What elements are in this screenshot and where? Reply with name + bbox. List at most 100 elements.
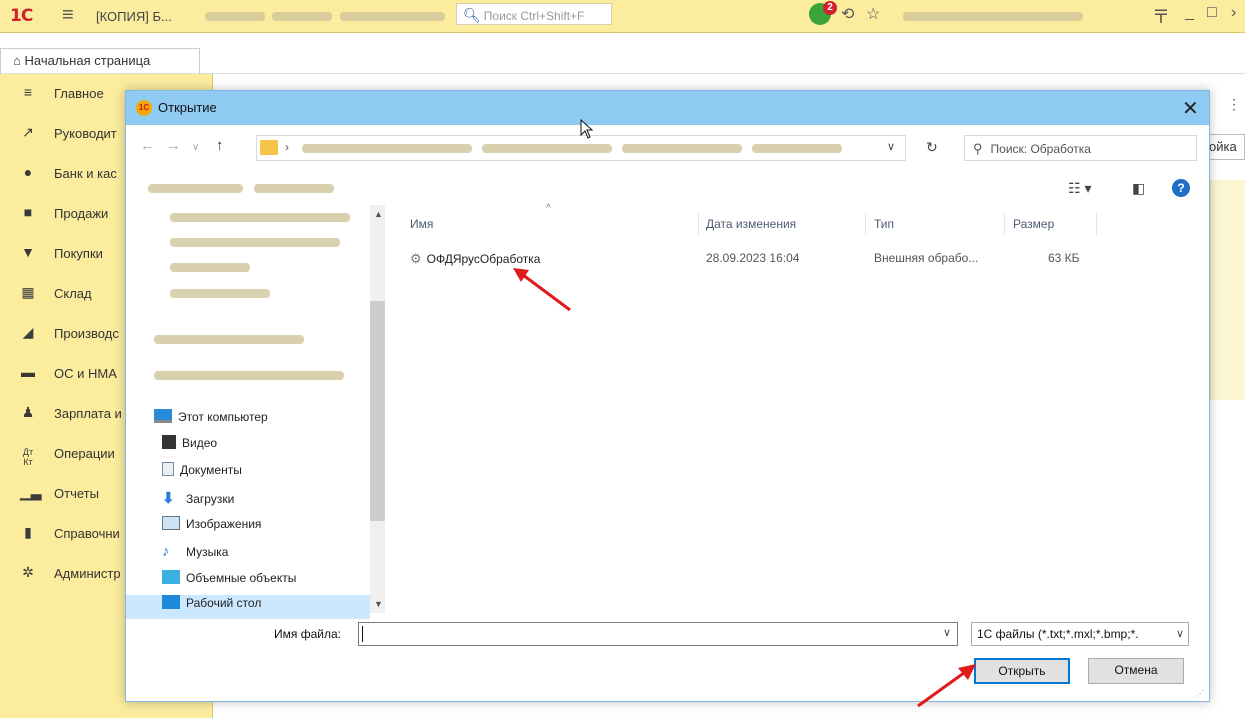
blurred-tree-item[interactable] xyxy=(170,263,250,272)
tree-item-3d-objects[interactable]: Объемные объекты xyxy=(162,570,296,594)
more-actions-icon[interactable]: ⋮ xyxy=(1227,96,1241,113)
cancel-button[interactable]: Отмена xyxy=(1088,658,1184,684)
maximize-icon[interactable]: □ xyxy=(1207,4,1217,22)
dialog-title-bar[interactable]: 1С Открытие ✕ xyxy=(126,91,1209,125)
tree-item-pictures[interactable]: Изображения xyxy=(162,516,261,540)
tree-item-downloads[interactable]: ⬇ Загрузки xyxy=(162,489,234,513)
breadcrumb-separator-icon: › xyxy=(285,140,289,154)
minimize-icon[interactable]: _ xyxy=(1185,4,1194,22)
file-date: 28.09.2023 16:04 xyxy=(706,251,800,265)
new-folder-button[interactable] xyxy=(254,184,334,193)
open-button[interactable]: Открыть xyxy=(974,658,1070,684)
blurred-title-text xyxy=(205,12,265,21)
computer-icon xyxy=(154,409,172,423)
navigation-tree: Этот компьютер Видео Документы ⬇ Загрузки… xyxy=(126,205,385,619)
bag-icon: ■ xyxy=(23,204,33,220)
blurred-path-segment xyxy=(622,144,742,153)
chevron-down-icon[interactable]: ∨ xyxy=(943,626,951,639)
column-header-type[interactable]: Тип xyxy=(874,217,894,231)
factory-icon: ◢ xyxy=(22,324,34,340)
3d-objects-icon xyxy=(162,570,180,584)
scroll-up-icon[interactable]: ▲ xyxy=(374,209,383,219)
column-header-name[interactable]: Имя xyxy=(410,217,433,231)
person-icon: ♟ xyxy=(21,404,35,420)
search-icon: ⚲ xyxy=(973,141,983,156)
settings-menu-icon[interactable]: 〒 xyxy=(1152,3,1170,29)
music-note-icon: ♪ xyxy=(162,543,170,560)
dt-kt-icon: Дт Кт xyxy=(22,447,34,467)
tree-item-documents[interactable]: Документы xyxy=(162,462,242,486)
home-icon: ⌂ xyxy=(13,53,21,68)
column-header-date[interactable]: Дата изменения xyxy=(706,217,796,231)
tree-item-video[interactable]: Видео xyxy=(162,435,217,459)
background-button-fragment[interactable]: ойка xyxy=(1205,134,1245,160)
sidebar-item-label: Покупки xyxy=(54,246,103,261)
sidebar-item-label: Зарплата и xyxy=(54,406,122,421)
preview-pane-icon[interactable]: ◧ xyxy=(1132,180,1145,197)
up-arrow-icon[interactable]: ↑ xyxy=(216,137,224,154)
notifications-badge: 2 xyxy=(823,1,837,15)
sidebar-item-label: Главное xyxy=(54,86,104,101)
sidebar-item-label: Продажи xyxy=(54,206,109,221)
open-file-dialog: 1С Открытие ✕ ← → ∨ ↑ › ∨ ↻ ⚲ Поиск: Обра… xyxy=(125,90,1210,702)
history-icon[interactable]: ⟲ xyxy=(841,4,854,24)
help-icon[interactable]: ? xyxy=(1172,179,1190,197)
resize-grip-icon[interactable]: ⋰ xyxy=(1196,689,1204,698)
close-icon[interactable]: ✕ xyxy=(1182,96,1199,121)
top-bar: 1С ≡ [КОПИЯ] Б... 🔍︎ Поиск Ctrl+Shift+F 2… xyxy=(0,0,1245,33)
close-window-icon[interactable]: › xyxy=(1231,4,1236,22)
documents-folder-icon xyxy=(162,462,174,476)
warehouse-icon: ▦ xyxy=(21,284,35,300)
column-separator[interactable] xyxy=(1096,213,1097,235)
main-menu-icon[interactable]: ≡ xyxy=(62,4,74,27)
filename-input[interactable]: ∨ xyxy=(358,622,958,646)
tab-home-label: Начальная страница xyxy=(24,53,151,68)
folder-icon xyxy=(260,140,278,155)
back-arrow-icon[interactable]: ← xyxy=(140,137,155,154)
tree-item-label: Объемные объекты xyxy=(186,571,297,585)
column-separator[interactable] xyxy=(1004,213,1005,235)
window-title: [КОПИЯ] Б... xyxy=(96,9,172,24)
blurred-tree-item[interactable] xyxy=(154,371,344,380)
tab-strip: ⌂ Начальная страница xyxy=(0,34,1245,74)
blurred-tree-item[interactable] xyxy=(170,213,350,222)
column-separator[interactable] xyxy=(865,213,866,235)
tree-item-label: Документы xyxy=(180,463,242,477)
sidebar-item-label: Производс xyxy=(54,326,119,341)
refresh-icon[interactable]: ↻ xyxy=(926,139,938,156)
scroll-down-icon[interactable]: ▼ xyxy=(374,599,383,609)
blurred-tree-item[interactable] xyxy=(170,289,270,298)
tree-item-music[interactable]: ♪ Музыка xyxy=(162,543,228,567)
tree-item-this-pc[interactable]: Этот компьютер xyxy=(154,409,268,433)
file-type-select[interactable]: 1С файлы (*.txt;*.mxl;*.bmp;*. ∨ xyxy=(971,622,1189,646)
tree-item-label: Видео xyxy=(182,436,218,450)
file-type: Внешняя обрабо... xyxy=(874,251,979,265)
sidebar-item-label: Руководит xyxy=(54,126,117,141)
text-cursor xyxy=(362,626,363,642)
search-input[interactable]: ⚲ Поиск: Обработка xyxy=(964,135,1197,161)
recent-locations-chevron-icon[interactable]: ∨ xyxy=(192,142,199,153)
view-options-icon[interactable]: ☷ ▾ xyxy=(1068,180,1091,197)
blurred-tree-item[interactable] xyxy=(154,335,304,344)
file-size: 63 КБ xyxy=(1048,251,1080,265)
sidebar-item-label: Справочни xyxy=(54,526,120,541)
organize-menu-button[interactable] xyxy=(148,184,243,193)
sidebar-item-label: Склад xyxy=(54,286,92,301)
chevron-down-icon[interactable]: ∨ xyxy=(887,140,895,153)
tab-home[interactable]: ⌂ Начальная страница xyxy=(0,48,200,74)
filename-label: Имя файла: xyxy=(274,627,341,641)
column-header-size[interactable]: Размер xyxy=(1013,217,1054,231)
tree-item-desktop[interactable]: Рабочий стол xyxy=(126,595,370,619)
annotation-arrow-to-file xyxy=(513,268,571,312)
tree-scrollbar-thumb[interactable] xyxy=(370,301,385,521)
trend-icon: ↗ xyxy=(22,124,34,140)
forward-arrow-icon[interactable]: → xyxy=(166,137,181,154)
column-separator[interactable] xyxy=(698,213,699,235)
favorites-star-icon[interactable]: ☆ xyxy=(866,4,880,24)
blurred-tree-item[interactable] xyxy=(170,238,340,247)
tree-item-label: Музыка xyxy=(186,545,229,559)
tree-item-label: Загрузки xyxy=(186,492,235,506)
app-logo[interactable]: 1С xyxy=(10,6,33,26)
processing-file-icon: ⚙ xyxy=(410,251,422,266)
global-search-input[interactable]: 🔍︎ Поиск Ctrl+Shift+F xyxy=(456,3,612,25)
